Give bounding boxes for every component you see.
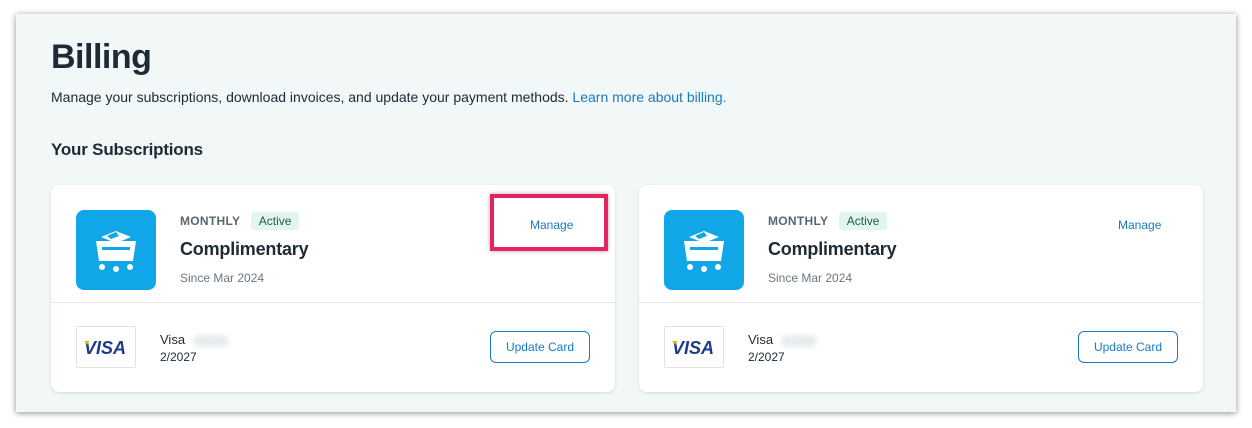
manage-button[interactable]: Manage	[530, 218, 573, 232]
divider	[639, 302, 1203, 303]
plan-name: Complimentary	[768, 239, 897, 259]
visa-logo-icon: VISA	[664, 326, 724, 368]
card-brand: Visa	[160, 332, 230, 347]
plan-name: Complimentary	[180, 239, 309, 259]
billing-page: Billing Manage your subscriptions, downl…	[16, 14, 1236, 412]
subscription-since: Since Mar 2024	[768, 271, 853, 285]
billing-frequency: MONTHLY	[180, 214, 241, 228]
card-expiry: 2/2027	[748, 350, 785, 364]
plan-meta: MONTHLY Active	[180, 212, 300, 230]
update-card-button[interactable]: Update Card	[490, 331, 590, 363]
status-badge: Active	[838, 212, 888, 230]
card-brand-name: Visa	[748, 332, 774, 347]
subscription-since: Since Mar 2024	[180, 271, 265, 285]
section-title: Your Subscriptions	[51, 140, 203, 159]
divider	[51, 302, 615, 303]
card-expiry: 2/2027	[160, 350, 197, 364]
page-description: Manage your subscriptions, download invo…	[51, 89, 727, 105]
card-brand: Visa	[748, 332, 818, 347]
plan-meta: MONTHLY Active	[768, 212, 888, 230]
subscription-card: MONTHLY Active Complimentary Since Mar 2…	[639, 185, 1203, 392]
page-title: Billing	[51, 38, 152, 76]
description-text: Manage your subscriptions, download invo…	[51, 89, 569, 105]
shopping-cart-box-icon	[76, 210, 156, 290]
shopping-cart-box-icon	[664, 210, 744, 290]
status-badge: Active	[250, 212, 300, 230]
visa-logo-icon: VISA	[76, 326, 136, 368]
masked-card-number	[193, 334, 230, 347]
masked-card-number	[781, 334, 818, 347]
billing-frequency: MONTHLY	[768, 214, 829, 228]
manage-button[interactable]: Manage	[1118, 218, 1161, 232]
update-card-button[interactable]: Update Card	[1078, 331, 1178, 363]
learn-more-link[interactable]: Learn more about billing.	[572, 89, 726, 105]
card-brand-name: Visa	[160, 332, 186, 347]
visa-wordmark: VISA	[84, 338, 126, 356]
visa-wordmark: VISA	[672, 338, 714, 356]
subscription-card: MONTHLY Active Complimentary Since Mar 2…	[51, 185, 615, 392]
